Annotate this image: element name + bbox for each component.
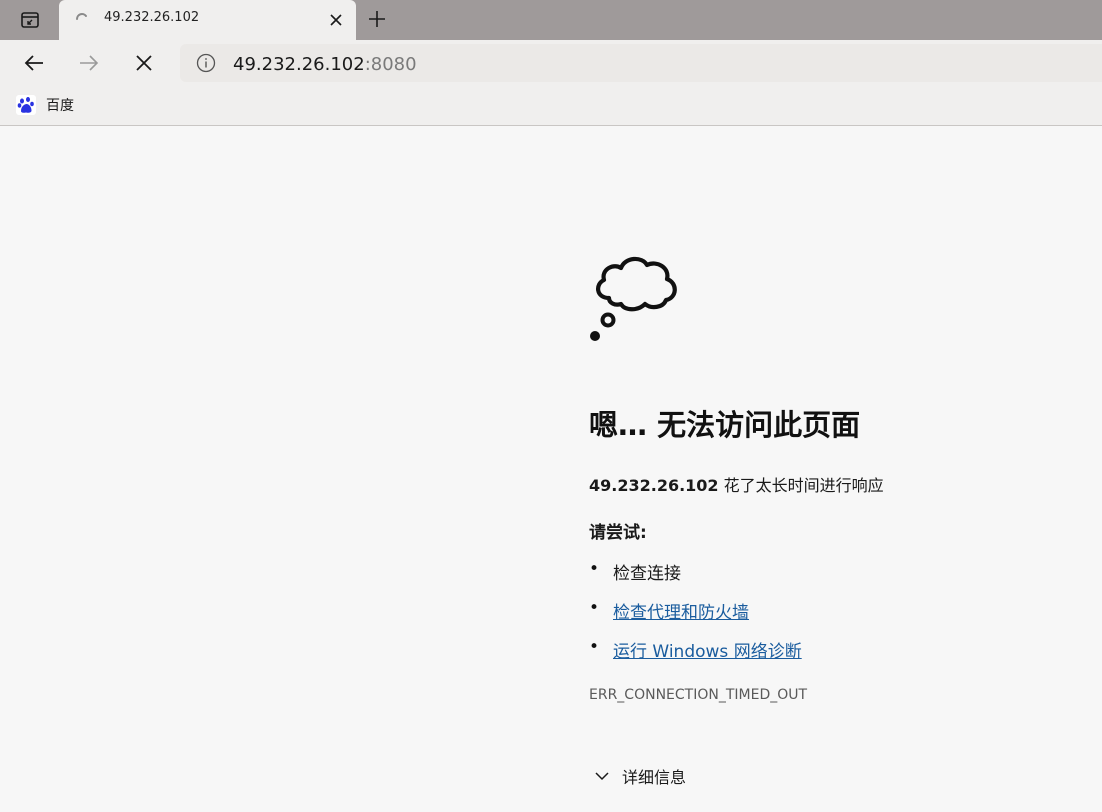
stop-button[interactable] bbox=[131, 50, 157, 76]
error-code: ERR_CONNECTION_TIMED_OUT bbox=[589, 687, 808, 703]
thought-cloud-icon bbox=[590, 256, 677, 341]
error-page: 嗯… 无法访问此页面 49.232.26.102 花了太长时间进行响应 请尝试:… bbox=[0, 127, 1102, 812]
toolbar: 49.232.26.102:8080 bbox=[0, 40, 1102, 86]
url-port: :8080 bbox=[364, 54, 417, 75]
back-arrow-icon bbox=[24, 55, 43, 71]
url-host: 49.232.26.102 bbox=[233, 54, 365, 75]
stop-x-icon bbox=[136, 55, 152, 71]
list-item: • 运行 Windows 网络诊断 bbox=[589, 637, 989, 676]
try-label: 请尝试: bbox=[589, 523, 647, 543]
bullet: • bbox=[589, 637, 600, 657]
tab-actions-icon bbox=[21, 12, 39, 28]
check-connection-text: 检查连接 bbox=[613, 564, 681, 584]
back-button[interactable] bbox=[21, 50, 47, 76]
bullet: • bbox=[589, 559, 600, 579]
bullet: • bbox=[589, 598, 600, 618]
tab-strip: 49.232.26.102 bbox=[0, 0, 1102, 40]
bookmarks-bar: 百度 bbox=[0, 86, 1102, 126]
details-label: 详细信息 bbox=[622, 768, 687, 787]
address-bar[interactable]: 49.232.26.102:8080 bbox=[180, 44, 1102, 82]
tab-actions-button[interactable] bbox=[10, 6, 50, 34]
loading-spinner-icon bbox=[76, 13, 87, 20]
url-text[interactable]: 49.232.26.102:8080 bbox=[233, 54, 417, 75]
error-description: 49.232.26.102 花了太长时间进行响应 bbox=[589, 472, 884, 496]
chevron-down-icon bbox=[595, 772, 609, 781]
check-proxy-firewall-link[interactable]: 检查代理和防火墙 bbox=[613, 598, 749, 623]
error-host: 49.232.26.102 bbox=[589, 476, 719, 495]
forward-arrow-icon bbox=[80, 55, 99, 71]
network-diagnostics-link[interactable]: 运行 Windows 网络诊断 bbox=[613, 637, 802, 662]
error-description-text: 花了太长时间进行响应 bbox=[718, 476, 884, 495]
details-toggle[interactable]: 详细信息 bbox=[594, 764, 686, 788]
list-item: • 检查连接 bbox=[589, 559, 989, 598]
suggestion-list: • 检查连接 • 检查代理和防火墙 • 运行 Windows 网络诊断 bbox=[589, 559, 989, 676]
active-tab[interactable]: 49.232.26.102 bbox=[59, 0, 356, 40]
bookmark-label: 百度 bbox=[46, 98, 74, 114]
new-tab-icon[interactable] bbox=[366, 8, 388, 30]
baidu-paw-icon bbox=[16, 95, 36, 115]
tab-title: 49.232.26.102 bbox=[104, 10, 200, 25]
forward-button[interactable] bbox=[76, 50, 102, 76]
close-tab-icon[interactable] bbox=[328, 12, 344, 28]
list-item: • 检查代理和防火墙 bbox=[589, 598, 989, 637]
info-icon[interactable] bbox=[196, 53, 216, 73]
error-headline: 嗯… 无法访问此页面 bbox=[589, 408, 861, 442]
bookmark-baidu[interactable]: 百度 bbox=[16, 93, 74, 117]
